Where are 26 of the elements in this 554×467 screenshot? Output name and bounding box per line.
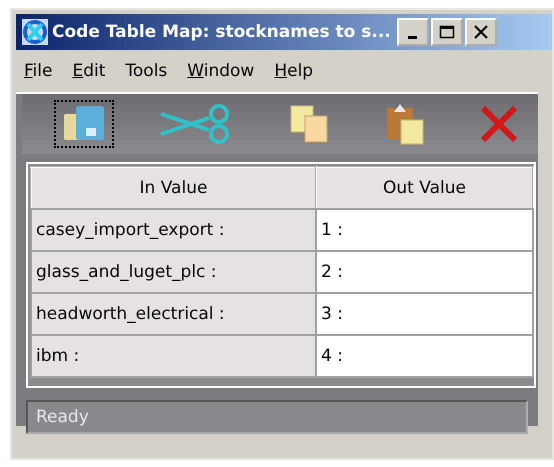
delete-icon: [479, 104, 519, 144]
maximize-button[interactable]: [430, 18, 463, 46]
table-cell: glass_and_luget_plc :: [31, 251, 316, 293]
table-cell[interactable]: 1 :: [316, 209, 533, 251]
minimize-icon: [408, 36, 418, 38]
table-cell[interactable]: 4 :: [316, 335, 533, 377]
menu-item[interactable]: Tools: [125, 61, 168, 81]
minimize-button[interactable]: [396, 18, 429, 46]
menu-item[interactable]: Help: [274, 61, 314, 81]
table-cell: headworth_electrical :: [31, 293, 316, 335]
app-icon: [22, 19, 48, 45]
column-header[interactable]: In Value: [31, 167, 316, 209]
close-button[interactable]: [464, 18, 497, 46]
table-cell: ibm :: [31, 335, 316, 377]
menu-item[interactable]: File: [24, 61, 52, 81]
table-cell[interactable]: 3 :: [316, 293, 533, 335]
status-text: Ready: [36, 407, 89, 427]
table-cell[interactable]: 2 :: [316, 251, 533, 293]
table-cell: casey_import_export :: [31, 209, 316, 251]
close-icon: [472, 24, 489, 40]
menu-item[interactable]: Window: [187, 61, 254, 81]
menu-item[interactable]: Edit: [72, 61, 106, 81]
column-header[interactable]: Out Value: [316, 167, 533, 209]
toolbar-button[interactable]: [54, 100, 114, 148]
window-title: Code Table Map: stocknames to s...: [52, 22, 391, 42]
maximize-icon: [438, 24, 455, 40]
